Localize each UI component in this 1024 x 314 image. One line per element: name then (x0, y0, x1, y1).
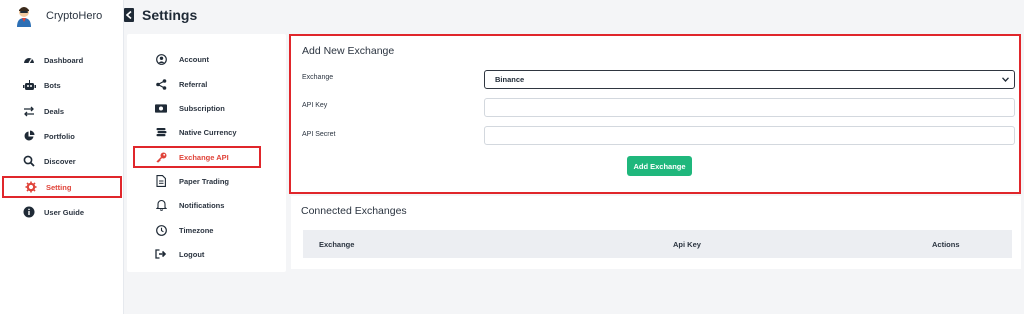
pie-chart-icon (22, 129, 36, 143)
settings-item-notifications[interactable]: Notifications (127, 194, 286, 216)
gear-icon (24, 180, 38, 194)
settings-nav: Account Referral Subscription Native Cur… (127, 34, 286, 272)
sidebar-item-label: Setting (46, 182, 72, 192)
robot-icon (22, 78, 36, 92)
key-icon (155, 151, 167, 163)
sidebar-item-portfolio[interactable]: Portfolio (0, 124, 124, 148)
chevron-left-icon (126, 11, 132, 19)
logout-icon (155, 248, 167, 260)
table-header: Exchange Api Key Actions (303, 230, 1012, 258)
coins-icon (155, 126, 167, 138)
bell-icon (155, 199, 167, 211)
sidebar-item-dashboard[interactable]: Dashboard (0, 48, 124, 72)
app-sidebar: CryptoHero Dashboard Bots Deals Portfoli… (0, 0, 124, 314)
add-exchange-card: Add New Exchange Exchange Binance API Ke… (289, 34, 1021, 194)
api-secret-input[interactable] (484, 126, 1015, 145)
chevron-down-icon (1002, 75, 1009, 84)
add-exchange-title: Add New Exchange (302, 45, 395, 57)
settings-item-label: Native Currency (179, 127, 237, 137)
sidebar-item-label: Dashboard (44, 55, 84, 65)
sidebar-item-user-guide[interactable]: User Guide (0, 200, 124, 224)
settings-item-label: Paper Trading (179, 176, 230, 186)
connected-exchanges-title: Connected Exchanges (301, 205, 407, 217)
settings-item-timezone[interactable]: Timezone (127, 219, 286, 241)
sidebar-item-deals[interactable]: Deals (0, 99, 124, 123)
exchange-select-value: Binance (495, 75, 525, 84)
settings-item-subscription[interactable]: Subscription (127, 97, 286, 119)
settings-item-label: Subscription (179, 103, 225, 113)
column-header-api-key: Api Key (673, 239, 701, 249)
api-key-input[interactable] (484, 98, 1015, 117)
settings-item-label: Referral (179, 79, 208, 89)
sidebar-item-label: Bots (44, 80, 61, 90)
sidebar-item-label: Portfolio (44, 131, 75, 141)
exchange-select[interactable]: Binance (484, 70, 1015, 89)
arrows-exchange-icon (22, 104, 36, 118)
hero-avatar-logo (17, 7, 31, 27)
clock-icon (155, 224, 167, 236)
dashboard-gauge-icon (22, 53, 36, 67)
settings-item-label: Exchange API (179, 152, 229, 162)
money-icon (155, 102, 167, 114)
settings-item-logout[interactable]: Logout (127, 243, 286, 265)
column-header-exchange: Exchange (319, 239, 355, 249)
settings-item-label: Logout (179, 249, 205, 259)
search-icon (22, 154, 36, 168)
settings-item-exchange-api[interactable]: Exchange API (133, 146, 261, 168)
sidebar-item-discover[interactable]: Discover (0, 149, 124, 173)
add-exchange-button[interactable]: Add Exchange (627, 156, 692, 176)
document-icon (155, 175, 167, 187)
settings-item-paper-trading[interactable]: Paper Trading (127, 170, 286, 192)
connected-exchanges-card: Connected Exchanges Exchange Api Key Act… (291, 196, 1021, 269)
exchange-label: Exchange (302, 74, 334, 81)
user-circle-icon (155, 53, 167, 65)
sidebar-item-label: User Guide (44, 207, 85, 217)
column-header-actions: Actions (932, 239, 960, 249)
settings-item-label: Account (179, 54, 209, 64)
info-icon (22, 205, 36, 219)
sidebar-item-label: Deals (44, 106, 65, 116)
page-header: Settings (124, 0, 1024, 30)
brand-name: CryptoHero (46, 10, 103, 22)
collapse-sidebar-button[interactable] (124, 8, 134, 22)
sidebar-item-label: Discover (44, 156, 76, 166)
settings-item-referral[interactable]: Referral (127, 73, 286, 95)
settings-item-account[interactable]: Account (127, 48, 286, 70)
api-key-label: API Key (302, 102, 328, 109)
sidebar-item-setting[interactable]: Setting (2, 176, 122, 198)
sidebar-item-bots[interactable]: Bots (0, 73, 124, 97)
brand[interactable]: CryptoHero (14, 4, 124, 28)
settings-item-native-currency[interactable]: Native Currency (127, 121, 286, 143)
settings-item-label: Timezone (179, 225, 214, 235)
page-title: Settings (142, 7, 198, 23)
api-secret-label: API Secret (302, 131, 336, 138)
share-icon (155, 78, 167, 90)
settings-item-label: Notifications (179, 200, 225, 210)
